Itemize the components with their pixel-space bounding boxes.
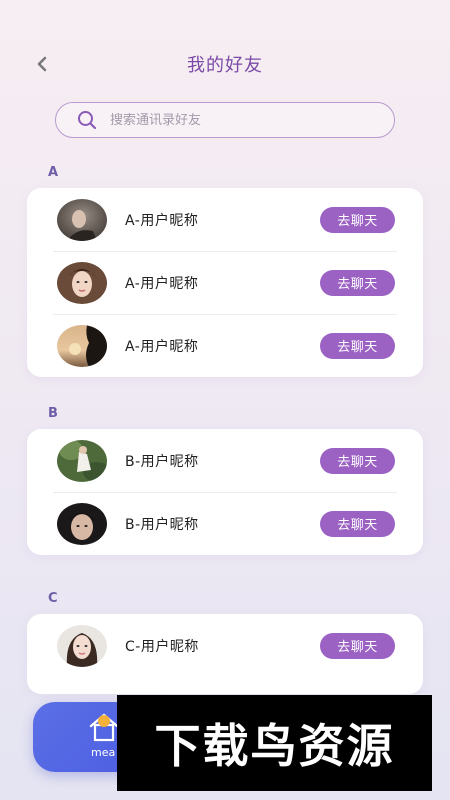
friend-nickname: A-用户昵称	[125, 212, 199, 229]
chat-button[interactable]: 去聊天	[320, 632, 395, 659]
chat-button[interactable]: 去聊天	[320, 269, 395, 296]
chat-button[interactable]: 去聊天	[320, 206, 395, 233]
home-icon	[89, 713, 119, 742]
avatar	[57, 439, 107, 482]
bottom-nav-label: mea	[91, 746, 116, 759]
friend-row[interactable]: A-用户昵称 去聊天	[27, 314, 423, 377]
watermark-banner: 下载鸟资源	[117, 695, 432, 791]
search-bar[interactable]	[55, 102, 395, 138]
search-input[interactable]	[110, 112, 350, 128]
friend-nickname: A-用户昵称	[125, 338, 199, 355]
friend-group-a: A-用户昵称 去聊天 A-用户昵称 去聊天 A-用户昵称 去聊天	[27, 188, 423, 377]
avatar	[57, 261, 107, 304]
friend-nickname: B-用户昵称	[125, 516, 199, 533]
friend-row[interactable]: A-用户昵称 去聊天	[27, 188, 423, 251]
section-letter-b: B	[48, 406, 58, 421]
friend-group-c: C-用户昵称 去聊天	[27, 614, 423, 694]
avatar	[57, 502, 107, 545]
watermark-text: 下载鸟资源	[154, 719, 395, 773]
chat-button[interactable]: 去聊天	[320, 332, 395, 359]
friend-row[interactable]: B-用户昵称 去聊天	[27, 492, 423, 555]
friend-row[interactable]: A-用户昵称 去聊天	[27, 251, 423, 314]
avatar	[57, 324, 107, 367]
search-icon	[76, 109, 98, 131]
friend-nickname: B-用户昵称	[125, 453, 199, 470]
section-letter-c: C	[48, 591, 58, 606]
chat-button[interactable]: 去聊天	[320, 447, 395, 474]
friend-group-b: B-用户昵称 去聊天 B-用户昵称 去聊天	[27, 429, 423, 555]
page-title: 我的好友	[187, 55, 263, 76]
avatar	[57, 624, 107, 667]
friend-nickname: C-用户昵称	[125, 638, 199, 655]
friend-nickname: A-用户昵称	[125, 275, 199, 292]
friend-row[interactable]: C-用户昵称 去聊天	[27, 614, 423, 677]
chat-button[interactable]: 去聊天	[320, 510, 395, 537]
section-letter-a: A	[48, 165, 59, 180]
avatar	[57, 198, 107, 241]
friend-row[interactable]: B-用户昵称 去聊天	[27, 429, 423, 492]
